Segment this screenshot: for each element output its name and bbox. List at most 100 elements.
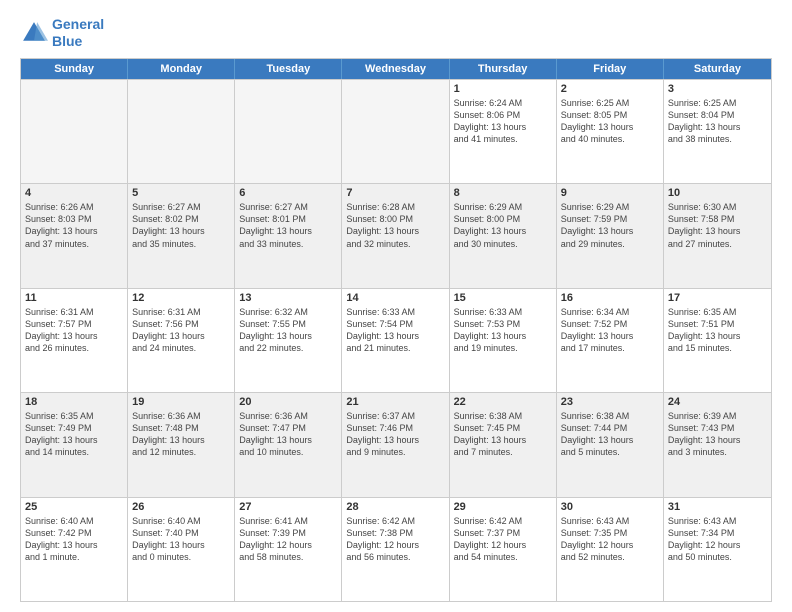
day-number: 26 [132,501,230,513]
calendar-cell-r4c1: 26 Sunrise: 6:40 AM Sunset: 7:40 PM Dayli… [128,498,235,601]
header-day-tuesday: Tuesday [235,59,342,79]
cell-info: Sunrise: 6:36 AM Sunset: 7:48 PM Dayligh… [132,410,230,459]
cell-info: Sunrise: 6:36 AM Sunset: 7:47 PM Dayligh… [239,410,337,459]
page: General Blue SundayMondayTuesdayWednesda… [0,0,792,612]
day-number: 4 [25,187,123,199]
calendar-cell-r4c2: 27 Sunrise: 6:41 AM Sunset: 7:39 PM Dayli… [235,498,342,601]
cell-info: Sunrise: 6:42 AM Sunset: 7:38 PM Dayligh… [346,515,444,564]
day-number: 20 [239,396,337,408]
cell-info: Sunrise: 6:25 AM Sunset: 8:05 PM Dayligh… [561,97,659,146]
day-number: 23 [561,396,659,408]
day-number: 6 [239,187,337,199]
calendar-row-1: 4 Sunrise: 6:26 AM Sunset: 8:03 PM Daylig… [21,183,771,287]
cell-info: Sunrise: 6:34 AM Sunset: 7:52 PM Dayligh… [561,306,659,355]
calendar-cell-r3c4: 22 Sunrise: 6:38 AM Sunset: 7:45 PM Dayli… [450,393,557,496]
day-number: 19 [132,396,230,408]
day-number: 7 [346,187,444,199]
cell-info: Sunrise: 6:29 AM Sunset: 7:59 PM Dayligh… [561,201,659,250]
calendar-cell-r1c2: 6 Sunrise: 6:27 AM Sunset: 8:01 PM Daylig… [235,184,342,287]
day-number: 18 [25,396,123,408]
calendar-row-4: 25 Sunrise: 6:40 AM Sunset: 7:42 PM Dayli… [21,497,771,601]
day-number: 12 [132,292,230,304]
cell-info: Sunrise: 6:31 AM Sunset: 7:57 PM Dayligh… [25,306,123,355]
header-day-thursday: Thursday [450,59,557,79]
calendar-cell-r0c0 [21,80,128,183]
calendar-cell-r2c4: 15 Sunrise: 6:33 AM Sunset: 7:53 PM Dayli… [450,289,557,392]
calendar-cell-r0c2 [235,80,342,183]
day-number: 1 [454,83,552,95]
calendar-cell-r0c1 [128,80,235,183]
day-number: 15 [454,292,552,304]
cell-info: Sunrise: 6:38 AM Sunset: 7:45 PM Dayligh… [454,410,552,459]
day-number: 10 [668,187,767,199]
calendar-cell-r4c5: 30 Sunrise: 6:43 AM Sunset: 7:35 PM Dayli… [557,498,664,601]
day-number: 16 [561,292,659,304]
day-number: 5 [132,187,230,199]
day-number: 8 [454,187,552,199]
calendar-cell-r1c0: 4 Sunrise: 6:26 AM Sunset: 8:03 PM Daylig… [21,184,128,287]
header-day-wednesday: Wednesday [342,59,449,79]
cell-info: Sunrise: 6:33 AM Sunset: 7:53 PM Dayligh… [454,306,552,355]
calendar-cell-r1c1: 5 Sunrise: 6:27 AM Sunset: 8:02 PM Daylig… [128,184,235,287]
cell-info: Sunrise: 6:32 AM Sunset: 7:55 PM Dayligh… [239,306,337,355]
calendar-cell-r1c5: 9 Sunrise: 6:29 AM Sunset: 7:59 PM Daylig… [557,184,664,287]
day-number: 25 [25,501,123,513]
day-number: 30 [561,501,659,513]
calendar-cell-r1c4: 8 Sunrise: 6:29 AM Sunset: 8:00 PM Daylig… [450,184,557,287]
day-number: 31 [668,501,767,513]
logo-icon [20,19,48,47]
cell-info: Sunrise: 6:26 AM Sunset: 8:03 PM Dayligh… [25,201,123,250]
day-number: 11 [25,292,123,304]
day-number: 27 [239,501,337,513]
calendar-row-0: 1 Sunrise: 6:24 AM Sunset: 8:06 PM Daylig… [21,79,771,183]
calendar-cell-r4c0: 25 Sunrise: 6:40 AM Sunset: 7:42 PM Dayli… [21,498,128,601]
cell-info: Sunrise: 6:25 AM Sunset: 8:04 PM Dayligh… [668,97,767,146]
calendar-body: 1 Sunrise: 6:24 AM Sunset: 8:06 PM Daylig… [21,79,771,601]
day-number: 24 [668,396,767,408]
calendar-cell-r1c3: 7 Sunrise: 6:28 AM Sunset: 8:00 PM Daylig… [342,184,449,287]
calendar-cell-r2c2: 13 Sunrise: 6:32 AM Sunset: 7:55 PM Dayli… [235,289,342,392]
calendar-row-3: 18Sunrise: 6:35 AM Sunset: 7:49 PM Dayli… [21,392,771,496]
calendar-cell-r3c5: 23Sunrise: 6:38 AM Sunset: 7:44 PM Dayli… [557,393,664,496]
calendar-row-2: 11 Sunrise: 6:31 AM Sunset: 7:57 PM Dayli… [21,288,771,392]
cell-info: Sunrise: 6:43 AM Sunset: 7:34 PM Dayligh… [668,515,767,564]
cell-info: Sunrise: 6:31 AM Sunset: 7:56 PM Dayligh… [132,306,230,355]
calendar-cell-r3c6: 24Sunrise: 6:39 AM Sunset: 7:43 PM Dayli… [664,393,771,496]
calendar-cell-r2c6: 17 Sunrise: 6:35 AM Sunset: 7:51 PM Dayli… [664,289,771,392]
calendar-cell-r4c6: 31 Sunrise: 6:43 AM Sunset: 7:34 PM Dayli… [664,498,771,601]
cell-info: Sunrise: 6:28 AM Sunset: 8:00 PM Dayligh… [346,201,444,250]
calendar-cell-r0c5: 2 Sunrise: 6:25 AM Sunset: 8:05 PM Daylig… [557,80,664,183]
cell-info: Sunrise: 6:40 AM Sunset: 7:42 PM Dayligh… [25,515,123,564]
calendar-cell-r0c4: 1 Sunrise: 6:24 AM Sunset: 8:06 PM Daylig… [450,80,557,183]
header: General Blue [20,16,772,50]
day-number: 29 [454,501,552,513]
cell-info: Sunrise: 6:37 AM Sunset: 7:46 PM Dayligh… [346,410,444,459]
day-number: 17 [668,292,767,304]
calendar-cell-r3c1: 19 Sunrise: 6:36 AM Sunset: 7:48 PM Dayli… [128,393,235,496]
cell-info: Sunrise: 6:27 AM Sunset: 8:01 PM Dayligh… [239,201,337,250]
day-number: 9 [561,187,659,199]
day-number: 2 [561,83,659,95]
header-day-friday: Friday [557,59,664,79]
logo: General Blue [20,16,104,50]
header-day-saturday: Saturday [664,59,771,79]
calendar-cell-r3c2: 20 Sunrise: 6:36 AM Sunset: 7:47 PM Dayli… [235,393,342,496]
cell-info: Sunrise: 6:40 AM Sunset: 7:40 PM Dayligh… [132,515,230,564]
cell-info: Sunrise: 6:24 AM Sunset: 8:06 PM Dayligh… [454,97,552,146]
calendar-cell-r1c6: 10Sunrise: 6:30 AM Sunset: 7:58 PM Dayli… [664,184,771,287]
cell-info: Sunrise: 6:41 AM Sunset: 7:39 PM Dayligh… [239,515,337,564]
calendar-cell-r2c0: 11 Sunrise: 6:31 AM Sunset: 7:57 PM Dayli… [21,289,128,392]
cell-info: Sunrise: 6:43 AM Sunset: 7:35 PM Dayligh… [561,515,659,564]
cell-info: Sunrise: 6:29 AM Sunset: 8:00 PM Dayligh… [454,201,552,250]
header-day-monday: Monday [128,59,235,79]
calendar-cell-r4c4: 29 Sunrise: 6:42 AM Sunset: 7:37 PM Dayli… [450,498,557,601]
day-number: 13 [239,292,337,304]
calendar-cell-r0c3 [342,80,449,183]
day-number: 22 [454,396,552,408]
cell-info: Sunrise: 6:42 AM Sunset: 7:37 PM Dayligh… [454,515,552,564]
cell-info: Sunrise: 6:27 AM Sunset: 8:02 PM Dayligh… [132,201,230,250]
calendar-cell-r2c3: 14Sunrise: 6:33 AM Sunset: 7:54 PM Dayli… [342,289,449,392]
cell-info: Sunrise: 6:35 AM Sunset: 7:51 PM Dayligh… [668,306,767,355]
day-number: 14 [346,292,444,304]
calendar-cell-r2c5: 16 Sunrise: 6:34 AM Sunset: 7:52 PM Dayli… [557,289,664,392]
